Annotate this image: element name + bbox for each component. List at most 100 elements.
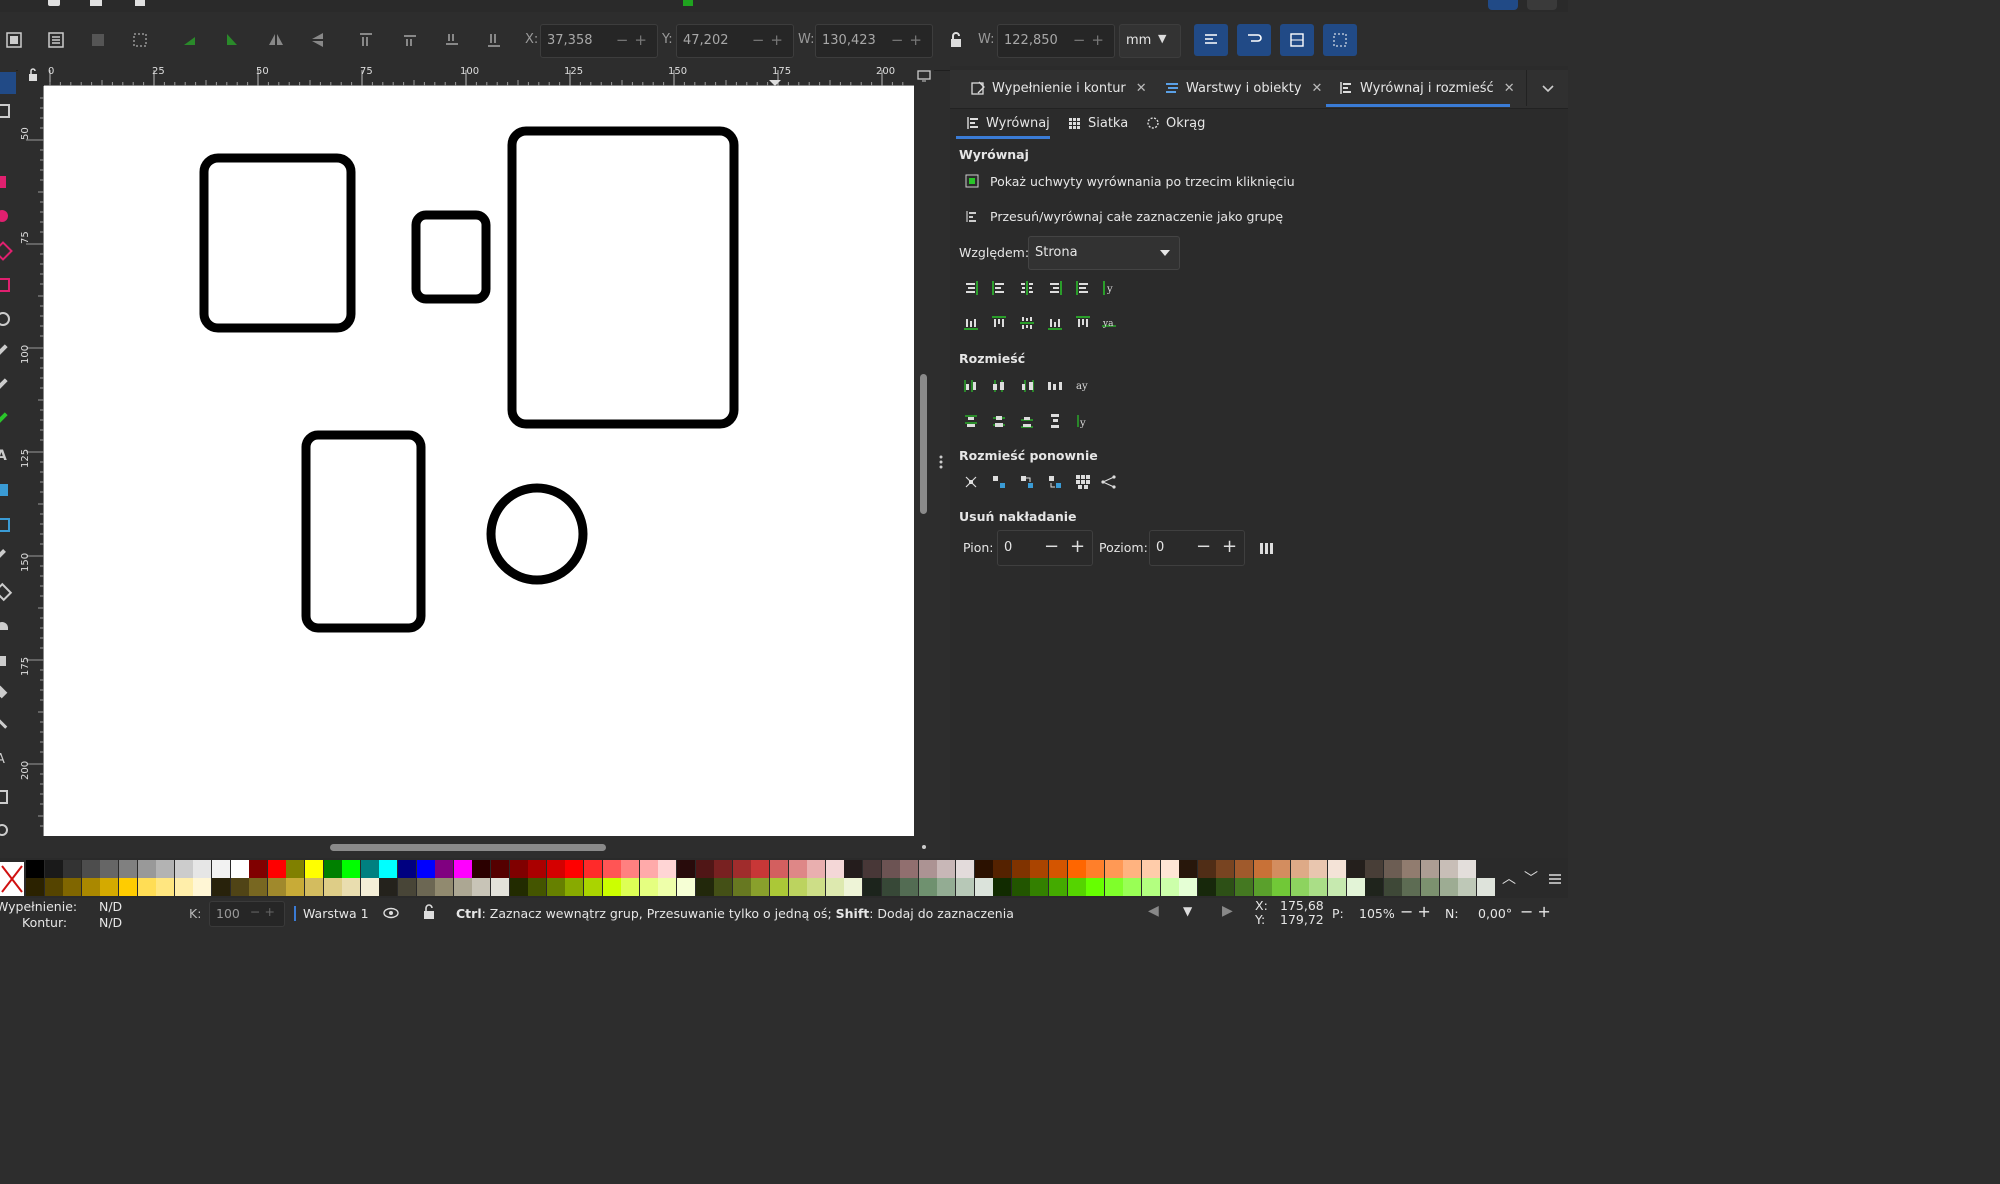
history-back-icon[interactable]: ◀ [1148, 903, 1159, 919]
color-swatch[interactable] [1086, 878, 1105, 896]
tweak-tool-icon[interactable] [0, 622, 8, 630]
color-swatch[interactable] [230, 878, 249, 896]
color-swatch[interactable] [342, 878, 361, 896]
color-swatch[interactable] [844, 860, 863, 878]
x-field[interactable]: 37,358 −+ [540, 24, 658, 58]
height-stepper-icon[interactable]: −+ [1073, 31, 1110, 49]
color-swatch[interactable] [714, 860, 733, 878]
rotate-cw-icon[interactable] [218, 26, 246, 54]
color-swatch[interactable] [286, 860, 305, 878]
color-swatch[interactable] [639, 860, 658, 878]
color-swatch[interactable] [602, 878, 621, 896]
invert-selection-icon[interactable] [84, 26, 112, 54]
align-text-baseline-horizontal-icon[interactable]: ya [1099, 313, 1119, 333]
distribute-left-edges-icon[interactable] [961, 376, 981, 396]
rotation-stepper-icon[interactable]: −+ [1520, 902, 1555, 921]
color-swatch[interactable] [156, 860, 175, 878]
distribute-right-edges-icon[interactable] [1017, 376, 1037, 396]
select-all-layers-icon[interactable] [42, 26, 70, 54]
distribute-bottom-edges-icon[interactable] [1017, 411, 1037, 431]
lock-ratio-icon[interactable] [942, 26, 970, 54]
tab-fill-stroke[interactable]: Wypełnienie i kontur ✕ [970, 70, 1147, 106]
rotate-ccw-icon[interactable] [176, 26, 204, 54]
color-swatch[interactable] [509, 878, 528, 896]
color-swatch[interactable] [472, 878, 491, 896]
color-swatch[interactable] [1272, 860, 1291, 878]
flip-vertical-icon[interactable] [304, 26, 332, 54]
eye-visibility-icon[interactable] [382, 906, 400, 920]
color-swatch[interactable] [1123, 860, 1142, 878]
color-swatch[interactable] [546, 878, 565, 896]
calligraphy-tool-icon[interactable] [0, 412, 8, 424]
flip-horizontal-icon[interactable] [262, 26, 290, 54]
color-swatch[interactable] [44, 860, 63, 878]
color-swatch[interactable] [770, 860, 788, 878]
color-swatch[interactable] [1309, 878, 1328, 896]
color-swatch[interactable] [881, 878, 900, 896]
color-swatch[interactable] [1197, 860, 1216, 878]
color-swatch[interactable] [807, 878, 826, 896]
color-swatch[interactable] [1439, 878, 1458, 896]
color-swatch[interactable] [212, 878, 230, 896]
color-swatch[interactable] [677, 860, 695, 878]
vertical-scrollbar[interactable] [920, 374, 927, 514]
color-swatch[interactable] [1160, 878, 1179, 896]
color-swatch[interactable] [193, 878, 212, 896]
color-swatch[interactable] [1309, 860, 1328, 878]
plus-icon[interactable]: + [1070, 536, 1085, 557]
color-swatch[interactable] [602, 860, 621, 878]
palette-scroll-down-icon[interactable]: ﹀ [1524, 868, 1538, 888]
align-bottom-edges-icon[interactable] [1045, 313, 1065, 333]
palette-scroll-up-icon[interactable]: ︿ [1502, 868, 1516, 888]
color-swatch[interactable] [63, 860, 82, 878]
color-swatch[interactable] [416, 878, 435, 896]
color-swatch[interactable] [342, 860, 361, 878]
align-top-edges-icon[interactable] [989, 313, 1009, 333]
subtab-align[interactable]: Wyrównaj [966, 110, 1050, 136]
zoom-value[interactable]: 105% [1359, 906, 1395, 921]
color-swatch[interactable] [1421, 860, 1439, 878]
commands-icon[interactable] [1527, 0, 1557, 10]
color-swatch[interactable] [956, 878, 974, 896]
color-swatch[interactable] [621, 860, 640, 878]
color-swatch[interactable] [1328, 878, 1346, 896]
color-swatch[interactable] [137, 878, 156, 896]
selector-tool-icon[interactable] [0, 72, 16, 94]
mesh-tool-icon[interactable] [0, 518, 10, 532]
color-swatch[interactable] [1104, 860, 1123, 878]
fill-indicator-value[interactable]: N/D [99, 899, 122, 914]
close-icon[interactable]: ✕ [1312, 81, 1323, 96]
color-swatch[interactable] [360, 878, 379, 896]
color-swatch[interactable] [900, 878, 919, 896]
color-swatch[interactable] [491, 878, 509, 896]
color-swatch[interactable] [751, 878, 770, 896]
pencil-tool-icon[interactable] [0, 378, 8, 390]
color-swatch[interactable] [249, 860, 268, 878]
subtab-circle[interactable]: Okrąg [1146, 110, 1205, 136]
color-swatch[interactable] [398, 860, 416, 878]
color-swatch[interactable] [1030, 878, 1049, 896]
opacity-stepper-icon[interactable]: −+ [250, 904, 279, 919]
color-swatch[interactable] [1049, 878, 1067, 896]
snap-toggle-icon[interactable] [1488, 0, 1518, 10]
color-swatch[interactable] [881, 860, 900, 878]
color-swatch[interactable] [491, 860, 509, 878]
distribute-nodes-icon[interactable] [1099, 472, 1119, 492]
color-swatch[interactable] [1346, 878, 1365, 896]
color-swatch[interactable] [751, 860, 770, 878]
color-swatch[interactable] [863, 878, 881, 896]
color-swatch[interactable] [584, 878, 602, 896]
color-swatch[interactable] [788, 878, 807, 896]
color-swatch[interactable] [156, 878, 175, 896]
scale-stroke-button[interactable] [1194, 24, 1228, 56]
distribute-top-edges-icon[interactable] [961, 411, 981, 431]
color-swatch[interactable] [174, 860, 193, 878]
color-swatch[interactable] [974, 860, 993, 878]
color-swatch[interactable] [435, 878, 454, 896]
rectangle-shape[interactable] [199, 153, 356, 333]
vertical-gap-input[interactable]: 0 − + [997, 530, 1093, 566]
color-swatch[interactable] [1402, 878, 1421, 896]
exchange-positions-stacking-icon[interactable] [1017, 472, 1037, 492]
lower-icon[interactable] [438, 26, 466, 54]
color-swatch[interactable] [1179, 860, 1198, 878]
